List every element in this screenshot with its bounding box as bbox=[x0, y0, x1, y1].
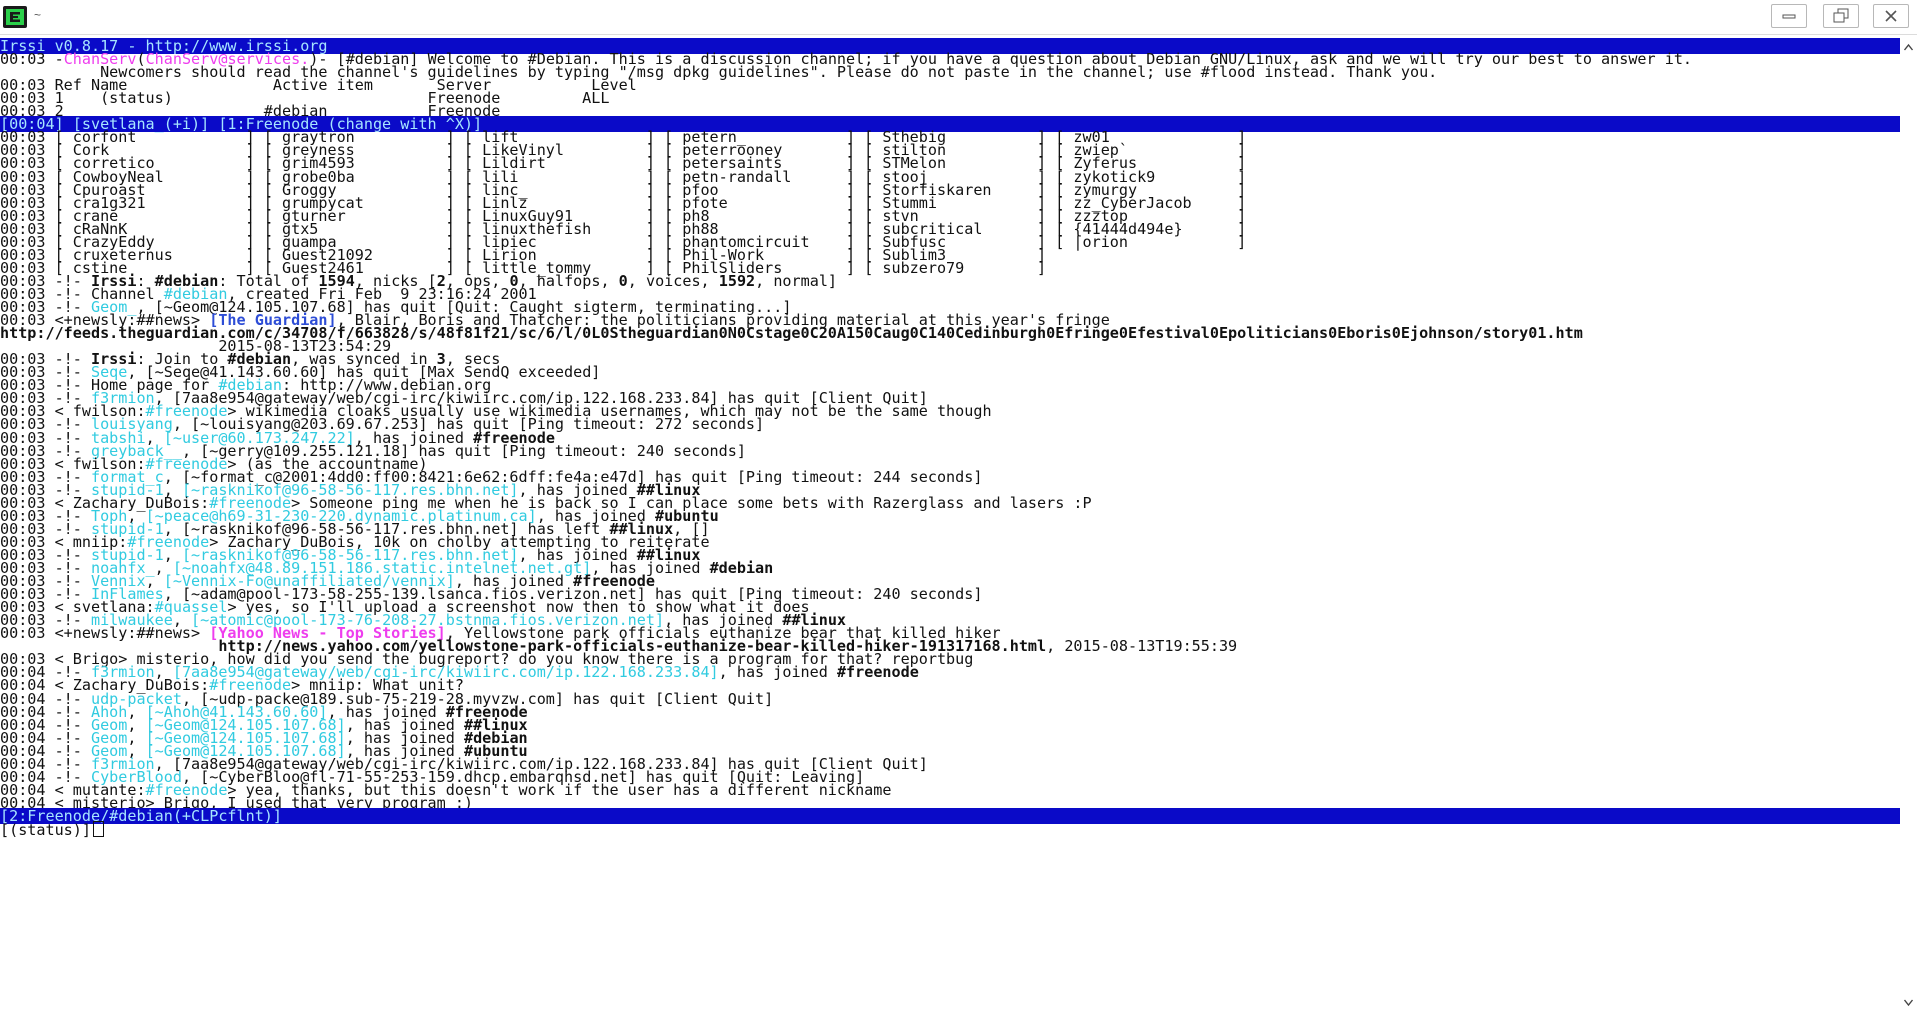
minimize-icon bbox=[1782, 14, 1796, 19]
close-button[interactable] bbox=[1873, 4, 1909, 28]
minimize-button[interactable] bbox=[1771, 4, 1807, 28]
terminal-output[interactable]: Irssi v0.8.17 - http://www.irssi.org 00:0… bbox=[0, 38, 1900, 1020]
restore-button[interactable] bbox=[1823, 4, 1859, 28]
window-titlebar: ~ bbox=[0, 0, 1917, 35]
terminal-app-icon[interactable] bbox=[2, 5, 30, 29]
text-cursor[interactable] bbox=[92, 821, 104, 837]
scrollbar[interactable] bbox=[1900, 38, 1917, 1020]
close-icon bbox=[1885, 10, 1897, 22]
input-prompt[interactable]: [(status)] bbox=[0, 821, 1900, 839]
arrow-down-icon[interactable] bbox=[1903, 997, 1914, 1008]
restore-icon bbox=[1833, 8, 1849, 23]
window-title: ~ bbox=[34, 8, 42, 22]
prompt-window-label: [(status)] bbox=[0, 821, 91, 839]
arrow-up-icon[interactable] bbox=[1903, 42, 1914, 53]
